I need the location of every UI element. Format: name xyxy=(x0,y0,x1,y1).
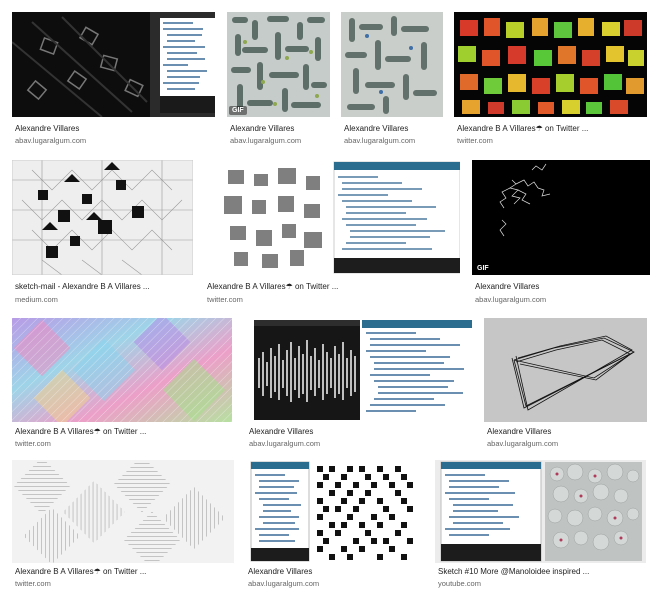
result-source[interactable]: twitter.com xyxy=(457,136,493,145)
result-thumbnail[interactable] xyxy=(484,318,647,422)
result-title[interactable]: Alexandre B A Villares☂ on Twitter ... xyxy=(207,282,338,291)
result-card[interactable]: Alexandre Villares abav.lugaralgum.com xyxy=(245,460,425,592)
result-thumbnail[interactable]: GIF xyxy=(472,160,650,275)
result-thumbnail[interactable] xyxy=(12,160,193,275)
result-card[interactable]: Alexandre B A Villares☂ on Twitter ... t… xyxy=(12,318,232,450)
result-card[interactable]: Alexandre Villares abav.lugaralgum.com xyxy=(341,12,443,150)
result-thumbnail[interactable] xyxy=(341,12,443,117)
result-source[interactable]: abav.lugaralgum.com xyxy=(475,295,546,304)
result-title[interactable]: Sketch #10 More @Manoloidee inspired ... xyxy=(438,567,589,576)
result-source[interactable]: abav.lugaralgum.com xyxy=(249,439,320,448)
result-thumbnail[interactable] xyxy=(435,460,646,563)
result-title[interactable]: Alexandre Villares xyxy=(487,427,551,436)
result-card[interactable]: Alexandre B A Villares☂ on Twitter ... t… xyxy=(12,460,234,592)
result-card[interactable]: Alexandre Villares abav.lugaralgum.com xyxy=(12,12,215,150)
result-source[interactable]: medium.com xyxy=(15,295,58,304)
result-title[interactable]: Alexandre B A Villares☂ on Twitter ... xyxy=(457,124,588,133)
result-card[interactable]: sketch-mail - Alexandre B A Villares ...… xyxy=(12,160,193,308)
result-thumbnail[interactable]: GIF xyxy=(227,12,330,117)
result-thumbnail[interactable] xyxy=(12,12,215,117)
result-source[interactable]: abav.lugaralgum.com xyxy=(15,136,86,145)
result-card[interactable]: Alexandre Villares abav.lugaralgum.com xyxy=(246,318,472,450)
result-thumbnail[interactable] xyxy=(245,460,425,563)
result-thumbnail[interactable] xyxy=(246,318,472,422)
gif-badge: GIF xyxy=(474,264,492,273)
result-title[interactable]: Alexandre Villares xyxy=(230,124,294,133)
result-title[interactable]: Alexandre Villares xyxy=(249,427,313,436)
result-source[interactable]: twitter.com xyxy=(15,439,51,448)
result-card[interactable]: Alexandre B A Villares☂ on Twitter ... t… xyxy=(454,12,647,150)
result-title[interactable]: sketch-mail - Alexandre B A Villares ... xyxy=(15,282,150,291)
result-title[interactable]: Alexandre Villares xyxy=(475,282,539,291)
result-title[interactable]: Alexandre Villares xyxy=(15,124,79,133)
result-title[interactable]: Alexandre Villares xyxy=(344,124,408,133)
result-card[interactable]: GIF Alexandre Villares abav.lugaralgum.c… xyxy=(227,12,330,150)
result-source[interactable]: twitter.com xyxy=(207,295,243,304)
result-title[interactable]: Alexandre Villares xyxy=(248,567,312,576)
result-card[interactable]: Alexandre B A Villares☂ on Twitter ... t… xyxy=(204,160,460,308)
result-source[interactable]: abav.lugaralgum.com xyxy=(344,136,415,145)
result-thumbnail[interactable] xyxy=(204,160,460,275)
result-title[interactable]: Alexandre B A Villares☂ on Twitter ... xyxy=(15,567,146,576)
result-source[interactable]: abav.lugaralgum.com xyxy=(248,579,319,588)
result-card[interactable]: Alexandre Villares abav.lugaralgum.com xyxy=(484,318,647,450)
result-source[interactable]: abav.lugaralgum.com xyxy=(230,136,301,145)
result-card[interactable]: GIF Alexandre Villares abav.lugaralgum.c… xyxy=(472,160,650,308)
result-source[interactable]: abav.lugaralgum.com xyxy=(487,439,558,448)
result-thumbnail[interactable] xyxy=(454,12,647,117)
result-source[interactable]: youtube.com xyxy=(438,579,481,588)
gif-badge: GIF xyxy=(229,106,247,115)
result-thumbnail[interactable] xyxy=(12,318,232,422)
result-thumbnail[interactable] xyxy=(12,460,234,563)
result-card[interactable]: Sketch #10 More @Manoloidee inspired ...… xyxy=(435,460,646,592)
result-title[interactable]: Alexandre B A Villares☂ on Twitter ... xyxy=(15,427,146,436)
result-source[interactable]: twitter.com xyxy=(15,579,51,588)
